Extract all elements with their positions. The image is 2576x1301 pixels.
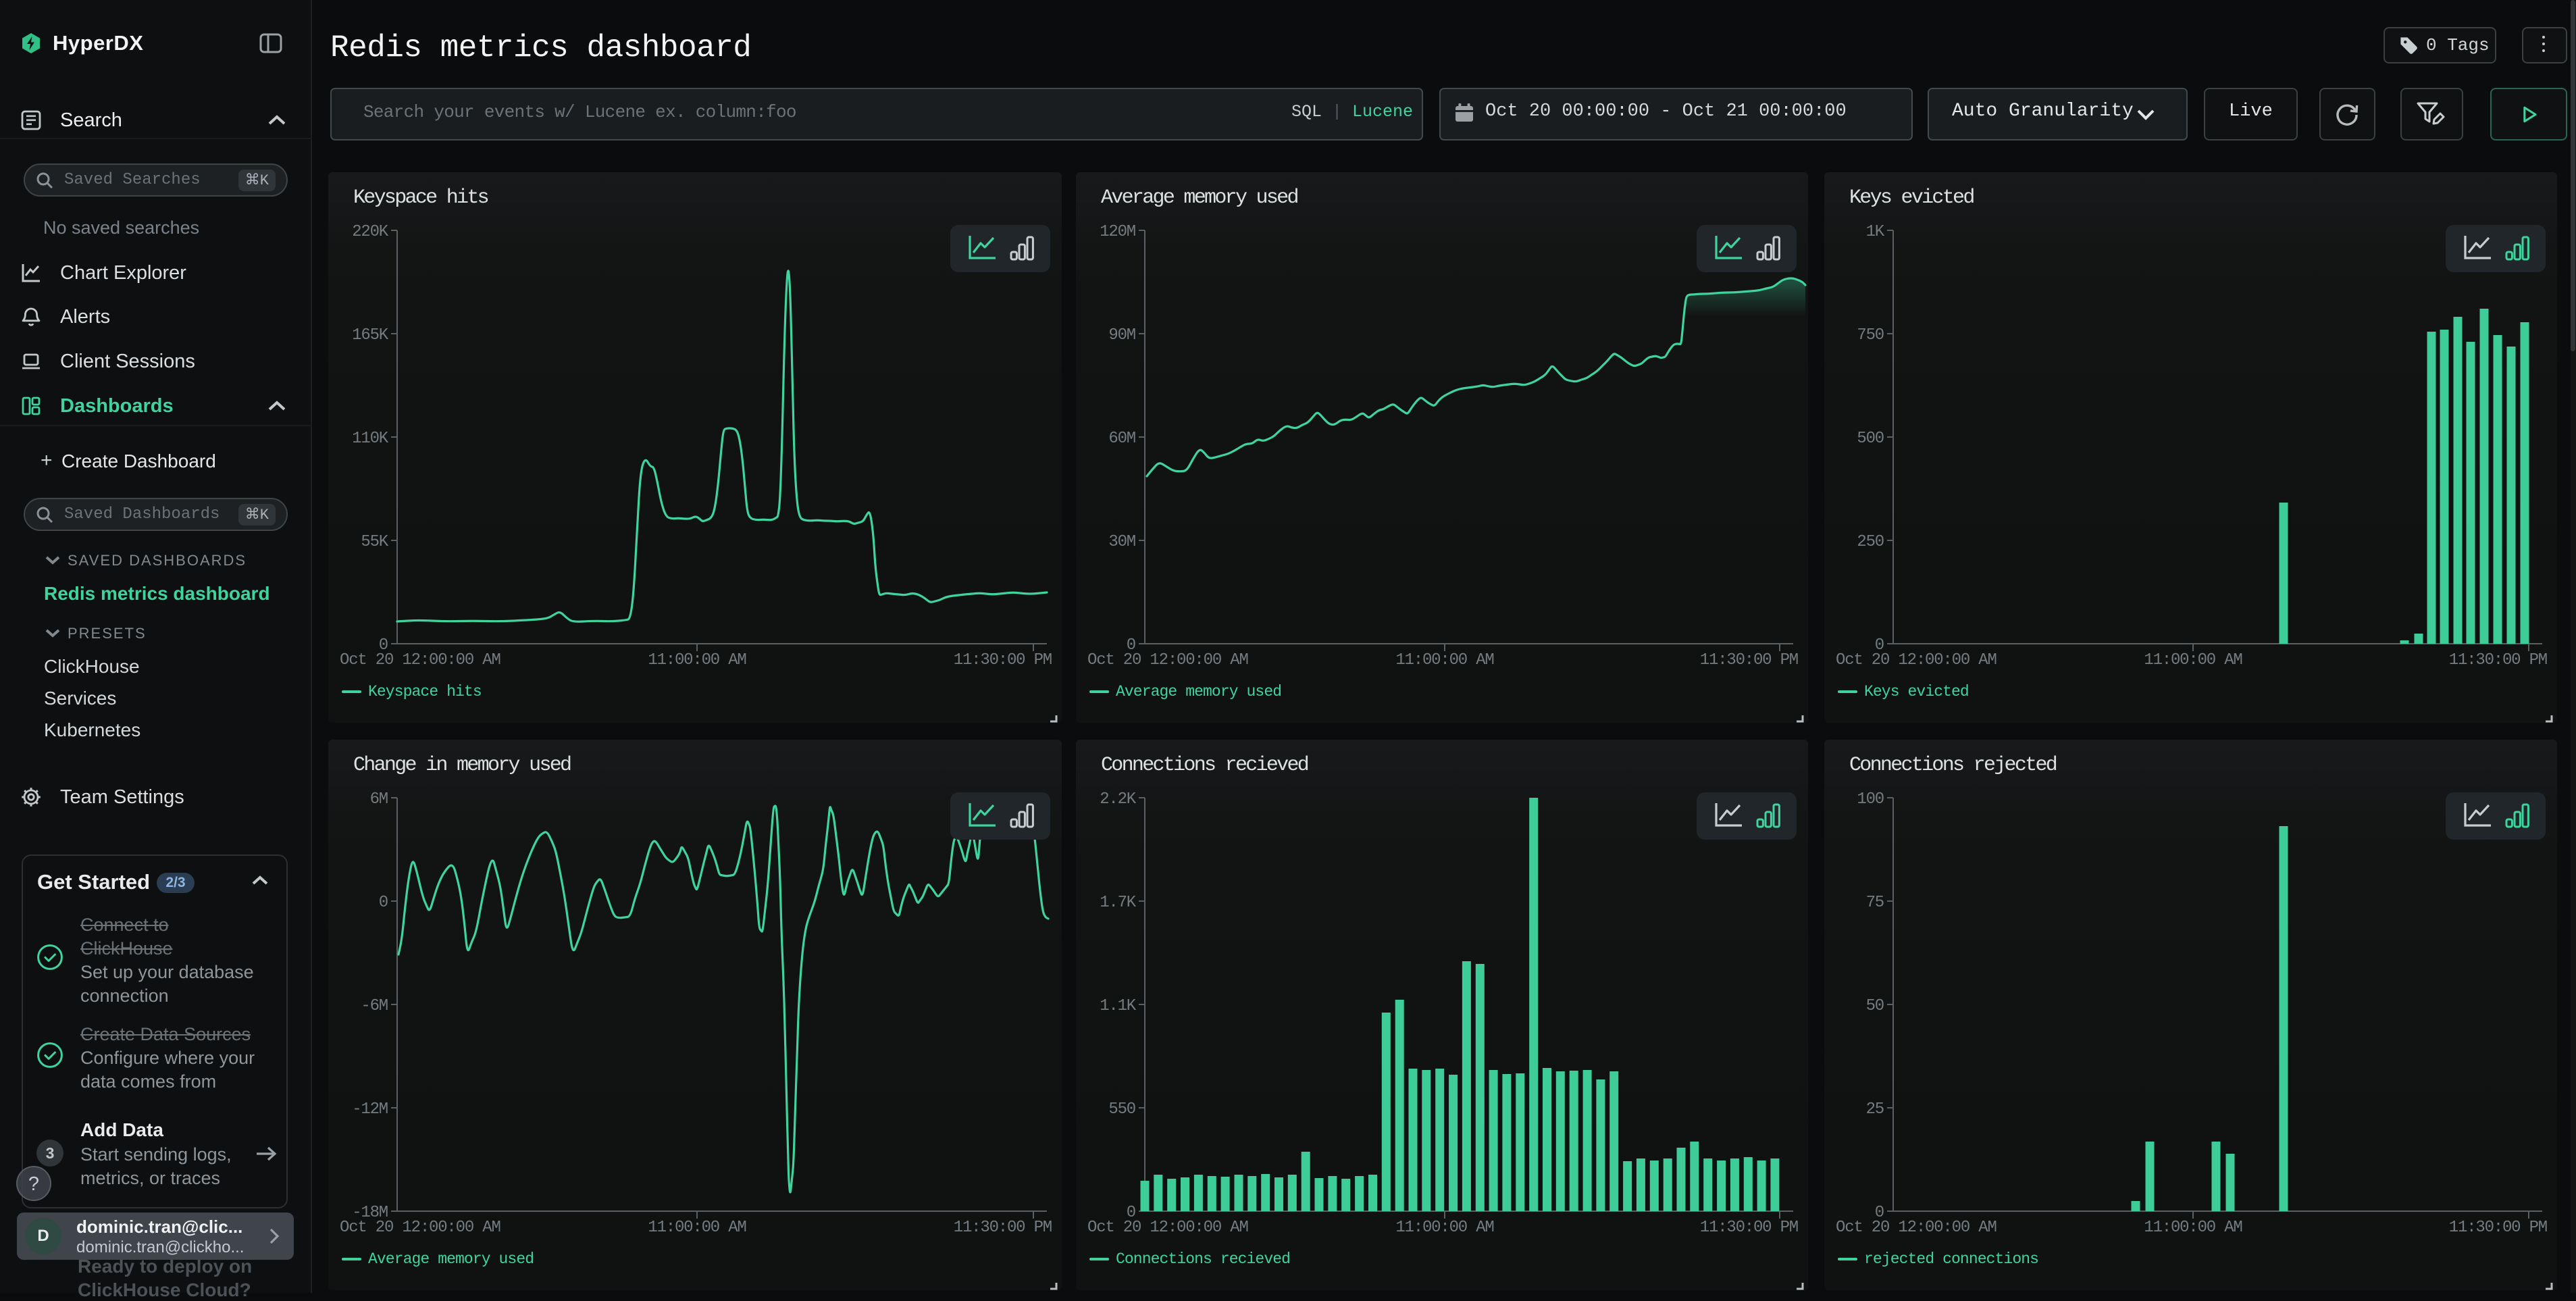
svg-text:25: 25: [1866, 1100, 1884, 1119]
svg-text:1.1K: 1.1K: [1100, 997, 1137, 1015]
svg-text:11:30:00 PM: 11:30:00 PM: [1700, 651, 1798, 669]
svg-text:Oct 20 12:00:00 AM: Oct 20 12:00:00 AM: [1087, 651, 1248, 669]
svg-text:6M: 6M: [370, 790, 388, 809]
svg-text:30M: 30M: [1108, 533, 1135, 551]
svg-text:120M: 120M: [1100, 223, 1135, 241]
svg-text:11:00:00 AM: 11:00:00 AM: [1395, 1219, 1493, 1237]
svg-text:75: 75: [1866, 894, 1884, 912]
svg-text:Oct 20 12:00:00 AM: Oct 20 12:00:00 AM: [1087, 1219, 1248, 1237]
svg-text:11:00:00 AM: 11:00:00 AM: [2144, 651, 2242, 669]
svg-text:250: 250: [1857, 533, 1884, 551]
svg-text:50: 50: [1866, 997, 1884, 1015]
svg-text:Oct 20 12:00:00 AM: Oct 20 12:00:00 AM: [340, 1219, 500, 1237]
svg-text:Oct 20 12:00:00 AM: Oct 20 12:00:00 AM: [340, 651, 500, 669]
svg-text:-6M: -6M: [361, 997, 388, 1015]
svg-text:1.7K: 1.7K: [1100, 894, 1137, 912]
svg-text:60M: 60M: [1108, 430, 1135, 448]
svg-text:55K: 55K: [361, 533, 388, 551]
svg-text:750: 750: [1857, 326, 1884, 345]
svg-text:-12M: -12M: [352, 1100, 388, 1119]
svg-text:90M: 90M: [1108, 326, 1135, 345]
svg-text:220K: 220K: [352, 223, 389, 241]
svg-text:110K: 110K: [352, 430, 389, 448]
svg-text:11:00:00 AM: 11:00:00 AM: [648, 651, 746, 669]
svg-text:11:30:00 PM: 11:30:00 PM: [2449, 651, 2547, 669]
svg-text:Oct 20 12:00:00 AM: Oct 20 12:00:00 AM: [1836, 1219, 1997, 1237]
svg-text:165K: 165K: [352, 326, 389, 345]
svg-text:Oct 20 12:00:00 AM: Oct 20 12:00:00 AM: [1836, 651, 1997, 669]
svg-text:11:30:00 PM: 11:30:00 PM: [954, 651, 1052, 669]
svg-text:11:30:00 PM: 11:30:00 PM: [1700, 1219, 1798, 1237]
svg-text:100: 100: [1857, 790, 1884, 809]
svg-text:11:30:00 PM: 11:30:00 PM: [954, 1219, 1052, 1237]
svg-text:1K: 1K: [1866, 223, 1885, 241]
svg-text:500: 500: [1857, 430, 1884, 448]
svg-text:11:00:00 AM: 11:00:00 AM: [1395, 651, 1493, 669]
svg-text:11:30:00 PM: 11:30:00 PM: [2449, 1219, 2547, 1237]
svg-text:550: 550: [1108, 1100, 1135, 1119]
svg-text:2.2K: 2.2K: [1100, 790, 1137, 809]
svg-text:0: 0: [379, 894, 388, 912]
svg-text:11:00:00 AM: 11:00:00 AM: [2144, 1219, 2242, 1237]
svg-text:11:00:00 AM: 11:00:00 AM: [648, 1219, 746, 1237]
